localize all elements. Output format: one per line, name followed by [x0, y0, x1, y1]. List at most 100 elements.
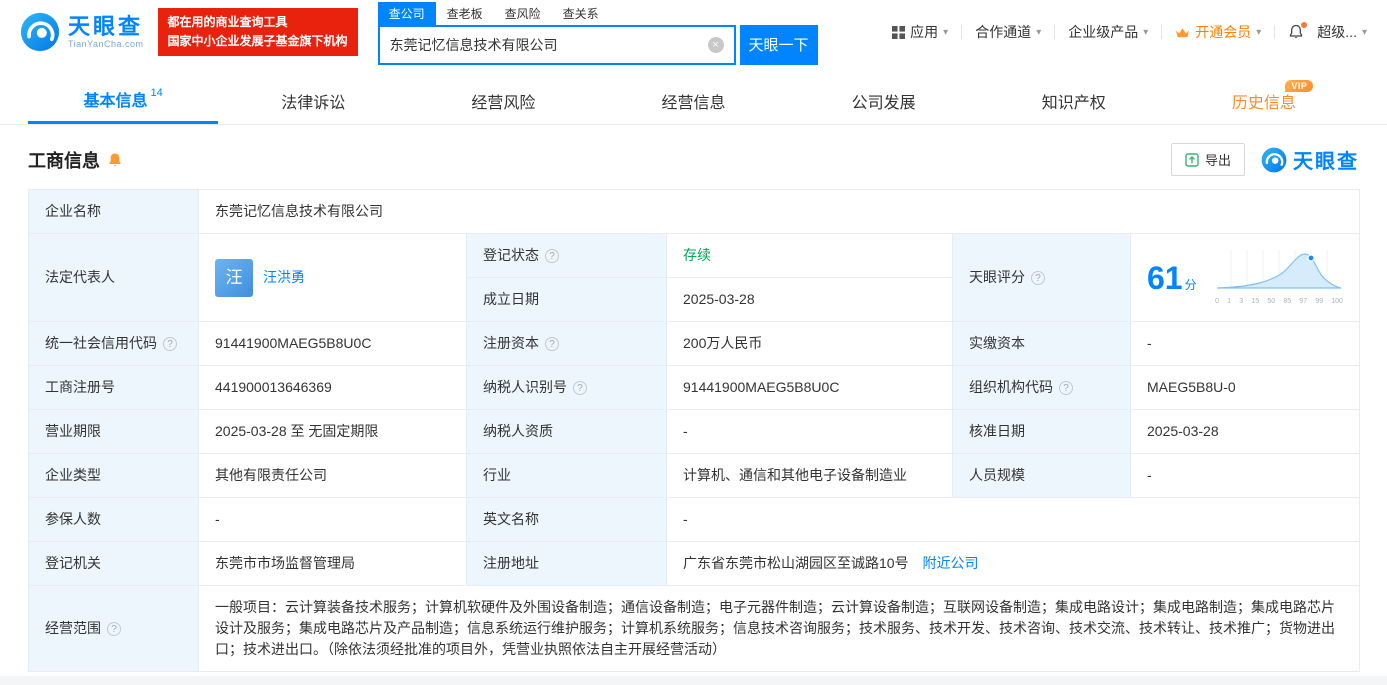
tianyancha-logo-icon [1261, 147, 1287, 173]
registry-value: 东莞市市场监督管理局 [199, 542, 467, 586]
menu-enterprise-product[interactable]: 企业级产品 ▾ [1068, 22, 1148, 42]
table-row: 登记机关 东莞市市场监督管理局 注册地址 广东省东莞市松山湖园区至诚路10号 附… [29, 542, 1360, 586]
chevron-down-icon: ▾ [1143, 27, 1148, 38]
legal-rep-link[interactable]: 汪洪勇 [263, 267, 305, 288]
reg-status-label: 登记状态? [467, 234, 667, 278]
staff-size-label: 人员规模 [953, 454, 1131, 498]
clear-icon[interactable]: × [708, 37, 724, 53]
menu-divider [1274, 25, 1275, 39]
credit-code-label: 统一社会信用代码? [29, 322, 199, 366]
tab-basic-info[interactable]: 基本信息 14 [28, 77, 218, 124]
table-row: 企业类型 其他有限责任公司 行业 计算机、通信和其他电子设备制造业 人员规模 - [29, 454, 1360, 498]
taxpayer-quality-value: - [667, 410, 953, 454]
business-term-label: 营业期限 [29, 410, 199, 454]
slogan-line-2: 国家中小企业发展子基金旗下机构 [168, 32, 348, 51]
business-scope-value: 一般项目：云计算装备技术服务；计算机软硬件及外围设备制造；通信设备制造；电子元器… [199, 586, 1360, 672]
tab-business-info[interactable]: 经营信息 [598, 77, 788, 124]
menu-divider [1054, 25, 1055, 39]
established-label: 成立日期 [467, 278, 667, 322]
score-axis: 01 315 5085 9799 100 [1215, 297, 1343, 308]
legal-rep-cell: 汪 汪洪勇 [199, 234, 467, 322]
tab-company-development[interactable]: 公司发展 [789, 77, 979, 124]
menu-super[interactable]: 超级... ▾ [1317, 22, 1367, 42]
notification-bell-icon[interactable] [1288, 24, 1304, 40]
chevron-down-icon: ▾ [943, 27, 948, 38]
address-cell: 广东省东莞市松山湖园区至诚路10号 附近公司 [667, 542, 1360, 586]
registry-label: 登记机关 [29, 542, 199, 586]
search-area: 查公司 查老板 查风险 查关系 × 天眼一下 [378, 0, 818, 65]
business-term-value: 2025-03-28 至 无固定期限 [199, 410, 467, 454]
tab-basic-info-count: 14 [150, 87, 162, 99]
brand-name: 天眼查 [68, 15, 144, 39]
address-label: 注册地址 [467, 542, 667, 586]
search-tab-company[interactable]: 查公司 [378, 2, 436, 25]
tab-history-info[interactable]: 历史信息 VIP [1169, 77, 1359, 124]
info-icon[interactable]: ? [573, 381, 587, 395]
export-button[interactable]: 导出 [1171, 143, 1245, 176]
industry-value: 计算机、通信和其他电子设备制造业 [667, 454, 953, 498]
table-row: 企业名称 东莞记忆信息技术有限公司 [29, 190, 1360, 234]
tianyancha-logo[interactable]: 天眼查 TianYanCha.com [20, 12, 144, 52]
menu-apps[interactable]: 应用 ▾ [892, 22, 948, 42]
score-curve-chart: 01 315 5085 9799 100 [1215, 248, 1343, 308]
info-icon[interactable]: ? [545, 337, 559, 351]
chevron-down-icon: ▾ [1036, 27, 1041, 38]
slogan-badge: 都在用的商业查询工具 国家中小企业发展子基金旗下机构 [158, 8, 358, 56]
section-header: 工商信息 导出 天眼查 [0, 125, 1387, 189]
legal-rep-label: 法定代表人 [29, 234, 199, 322]
tianyancha-watermark-logo: 天眼查 [1261, 145, 1359, 174]
approval-date-value: 2025-03-28 [1131, 410, 1360, 454]
info-icon[interactable]: ? [545, 249, 559, 263]
search-tab-boss[interactable]: 查老板 [436, 2, 494, 25]
menu-cooperation[interactable]: 合作通道 ▾ [975, 22, 1041, 42]
info-icon[interactable]: ? [1059, 381, 1073, 395]
menu-vip[interactable]: 开通会员 ▾ [1175, 22, 1261, 42]
company-section-tabs: 基本信息 14 法律诉讼 经营风险 经营信息 公司发展 知识产权 历史信息 VI… [0, 77, 1387, 125]
org-code-value: MAEG5B8U-0 [1131, 366, 1360, 410]
search-button[interactable]: 天眼一下 [740, 25, 818, 65]
vip-badge: VIP [1285, 80, 1313, 92]
reg-number-value: 441900013646369 [199, 366, 467, 410]
menu-divider [961, 25, 962, 39]
tianyancha-logo-icon [20, 12, 60, 52]
company-name-value: 东莞记忆信息技术有限公司 [199, 190, 1360, 234]
search-tab-relation[interactable]: 查关系 [552, 2, 610, 25]
info-icon[interactable]: ? [107, 622, 121, 636]
taxpayer-quality-label: 纳税人资质 [467, 410, 667, 454]
tab-operational-risk[interactable]: 经营风险 [408, 77, 598, 124]
credit-code-value: 91441900MAEG5B8U0C [199, 322, 467, 366]
top-header: 天眼查 TianYanCha.com 都在用的商业查询工具 国家中小企业发展子基… [0, 0, 1387, 64]
search-input[interactable] [390, 37, 708, 53]
info-icon[interactable]: ? [1031, 271, 1045, 285]
top-menu: 应用 ▾ 合作通道 ▾ 企业级产品 ▾ 开通会员 ▾ [892, 22, 1367, 42]
insured-count-label: 参保人数 [29, 498, 199, 542]
export-icon [1185, 153, 1199, 167]
legal-rep-avatar[interactable]: 汪 [215, 259, 253, 297]
search-tab-risk[interactable]: 查风险 [494, 2, 552, 25]
tab-legal-proceedings[interactable]: 法律诉讼 [218, 77, 408, 124]
search-tabs: 查公司 查老板 查风险 查关系 [378, 0, 818, 25]
english-name-label: 英文名称 [467, 498, 667, 542]
table-row: 营业期限 2025-03-28 至 无固定期限 纳税人资质 - 核准日期 202… [29, 410, 1360, 454]
section-divider [0, 676, 1387, 685]
nearby-companies-link[interactable]: 附近公司 [922, 555, 978, 571]
table-row: 工商注册号 441900013646369 纳税人识别号? 91441900MA… [29, 366, 1360, 410]
search-box: × [378, 25, 736, 65]
tab-intellectual-property[interactable]: 知识产权 [979, 77, 1169, 124]
notification-dot [1301, 22, 1307, 28]
table-row: 参保人数 - 英文名称 - [29, 498, 1360, 542]
paid-capital-value: - [1131, 322, 1360, 366]
company-type-label: 企业类型 [29, 454, 199, 498]
industry-label: 行业 [467, 454, 667, 498]
staff-size-value: - [1131, 454, 1360, 498]
business-info-table: 企业名称 东莞记忆信息技术有限公司 法定代表人 汪 汪洪勇 登记状态? 存续 天… [28, 189, 1360, 672]
company-name-label: 企业名称 [29, 190, 199, 234]
established-value: 2025-03-28 [667, 278, 953, 322]
subscribe-bell-icon[interactable] [107, 152, 123, 168]
taxpayer-id-label: 纳税人识别号? [467, 366, 667, 410]
score-label: 天眼评分? [953, 234, 1131, 322]
reg-capital-value: 200万人民币 [667, 322, 953, 366]
slogan-line-1: 都在用的商业查询工具 [168, 13, 348, 32]
business-scope-label: 经营范围? [29, 586, 199, 672]
info-icon[interactable]: ? [163, 337, 177, 351]
